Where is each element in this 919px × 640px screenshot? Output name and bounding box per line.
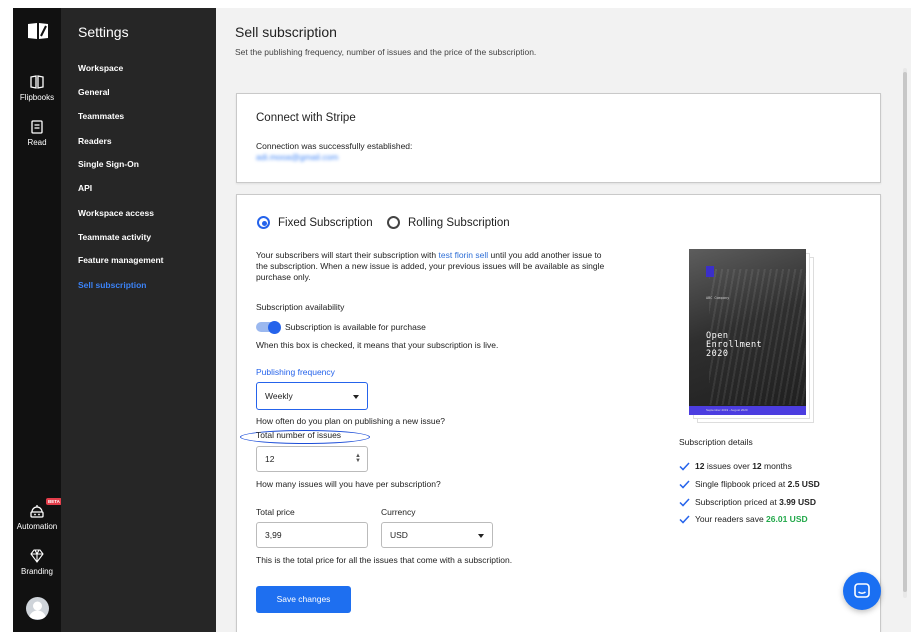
page-title: Sell subscription xyxy=(235,24,337,40)
app-window: Flipbooks Read BETA Automation Branding xyxy=(13,8,911,632)
rail-item-branding[interactable]: Branding xyxy=(13,548,61,576)
sidebar-title: Settings xyxy=(78,24,129,40)
detail-row-savings: Your readers save 26.01 USD xyxy=(679,514,808,524)
cover-band-text: September 2019 - August 2020 xyxy=(706,408,748,412)
rail-item-label: Automation xyxy=(16,522,58,531)
rail-item-flipbooks[interactable]: Flipbooks xyxy=(13,74,61,102)
sidebar-item-sell-subscription[interactable]: Sell subscription xyxy=(78,280,147,290)
issues-label: Total number of issues xyxy=(256,430,342,440)
frequency-select[interactable]: Weekly xyxy=(256,382,368,410)
app-logo-icon[interactable] xyxy=(27,22,49,40)
detail-row-issues: 12 issues over 12 months xyxy=(679,461,792,471)
frequency-label: Publishing frequency xyxy=(256,367,335,377)
single-price-value: 2.5 USD xyxy=(787,479,820,489)
sidebar-item-general[interactable]: General xyxy=(78,87,110,97)
months-count: 12 xyxy=(752,461,762,471)
stripe-title: Connect with Stripe xyxy=(256,112,356,124)
page-subtitle: Set the publishing frequency, number of … xyxy=(235,47,537,57)
issues-value: 12 xyxy=(265,454,275,464)
checkmark-icon xyxy=(679,461,690,471)
availability-hint: When this box is checked, it means that … xyxy=(256,340,499,350)
price-label: Total price xyxy=(256,507,295,517)
rail-item-label: Read xyxy=(27,138,47,147)
sidebar-item-sso[interactable]: Single Sign-On xyxy=(78,159,139,169)
reader-icon xyxy=(29,119,45,135)
currency-label: Currency xyxy=(381,507,416,517)
icon-rail: Flipbooks Read BETA Automation Branding xyxy=(13,8,62,632)
currency-select[interactable]: USD xyxy=(381,522,493,548)
detail-text: months xyxy=(761,461,792,471)
sidebar-item-teammate-activity[interactable]: Teammate activity xyxy=(78,232,151,242)
frequency-value: Weekly xyxy=(265,391,293,401)
chat-icon xyxy=(854,583,870,598)
chevron-down-icon xyxy=(353,395,359,399)
availability-toggle-label: Subscription is available for purchase xyxy=(285,322,426,332)
robot-icon xyxy=(29,503,45,519)
cover-company: ABC Company xyxy=(706,296,730,300)
sidebar-item-teammates[interactable]: Teammates xyxy=(78,111,124,121)
fixed-subscription-radio[interactable]: Fixed Subscription xyxy=(257,216,373,229)
stripe-email: adi.mooa@gmail.com xyxy=(256,152,339,162)
radio-label: Fixed Subscription xyxy=(278,216,373,229)
desc-text: Your subscribers will start their subscr… xyxy=(256,250,439,260)
main-content: Sell subscription Set the publishing fre… xyxy=(216,8,911,632)
details-title: Subscription details xyxy=(679,437,753,447)
radio-dot xyxy=(387,216,400,229)
issues-stepper[interactable]: 12 ▲ ▼ xyxy=(256,446,368,472)
checkmark-icon xyxy=(679,514,690,524)
price-hint: This is the total price for all the issu… xyxy=(256,555,513,565)
frequency-hint: How often do you plan on publishing a ne… xyxy=(256,416,446,426)
subscription-description: Your subscribers will start their subscr… xyxy=(256,250,606,283)
availability-toggle[interactable] xyxy=(256,320,281,334)
price-input[interactable]: 3,99 xyxy=(256,522,368,548)
detail-text: Single flipbook priced at xyxy=(695,479,788,489)
flipbook-link[interactable]: test florin sell xyxy=(439,250,489,260)
beta-badge: BETA xyxy=(46,498,62,505)
stripe-status: Connection was successfully established: xyxy=(256,141,413,151)
rail-item-label: Branding xyxy=(20,567,54,576)
checkmark-icon xyxy=(679,479,690,489)
avatar[interactable] xyxy=(26,597,49,620)
cover-image: ABC Company Open Enrollment 2020 Septemb… xyxy=(689,249,806,415)
detail-row-subscription-price: Subscription priced at 3.99 USD xyxy=(679,497,816,507)
detail-text: Subscription priced at xyxy=(695,497,780,507)
subscription-card: Fixed Subscription Rolling Subscription … xyxy=(236,194,881,632)
stripe-card: Connect with Stripe Connection was succe… xyxy=(236,93,881,183)
rail-item-automation[interactable]: BETA Automation xyxy=(13,498,62,531)
sidebar-item-api[interactable]: API xyxy=(78,183,92,193)
rolling-subscription-radio[interactable]: Rolling Subscription xyxy=(387,216,510,229)
savings-value: 26.01 USD xyxy=(766,514,808,524)
scrollbar-thumb[interactable] xyxy=(903,72,907,592)
sidebar-item-workspace-access[interactable]: Workspace access xyxy=(78,208,154,218)
cover-logo xyxy=(706,266,714,277)
sidebar-item-feature-management[interactable]: Feature management xyxy=(78,255,164,265)
rail-item-read[interactable]: Read xyxy=(13,119,61,147)
detail-row-single-price: Single flipbook priced at 2.5 USD xyxy=(679,479,820,489)
save-button[interactable]: Save changes xyxy=(256,586,351,613)
detail-text: Your readers save xyxy=(695,514,767,524)
diamond-icon xyxy=(29,548,45,564)
subscription-price-value: 3.99 USD xyxy=(779,497,816,507)
currency-value: USD xyxy=(390,530,408,540)
chat-button[interactable] xyxy=(843,572,881,610)
chevron-down-icon xyxy=(478,534,484,538)
settings-sidebar: Settings Workspace General Teammates Rea… xyxy=(61,8,216,632)
toggle-knob xyxy=(268,320,281,334)
availability-label: Subscription availability xyxy=(256,302,345,312)
price-value: 3,99 xyxy=(265,530,282,540)
radio-label: Rolling Subscription xyxy=(408,216,510,229)
checkmark-icon xyxy=(679,497,690,507)
radio-dot xyxy=(257,216,270,229)
book-icon xyxy=(29,74,45,90)
sidebar-item-workspace[interactable]: Workspace xyxy=(78,63,123,73)
rail-item-label: Flipbooks xyxy=(19,93,55,102)
issues-hint: How many issues will you have per subscr… xyxy=(256,479,441,489)
detail-text: issues over xyxy=(704,461,753,471)
cover-title: Open Enrollment 2020 xyxy=(706,331,763,359)
sidebar-item-readers[interactable]: Readers xyxy=(78,136,112,146)
stepper-arrows-icon[interactable]: ▲ ▼ xyxy=(355,453,361,464)
